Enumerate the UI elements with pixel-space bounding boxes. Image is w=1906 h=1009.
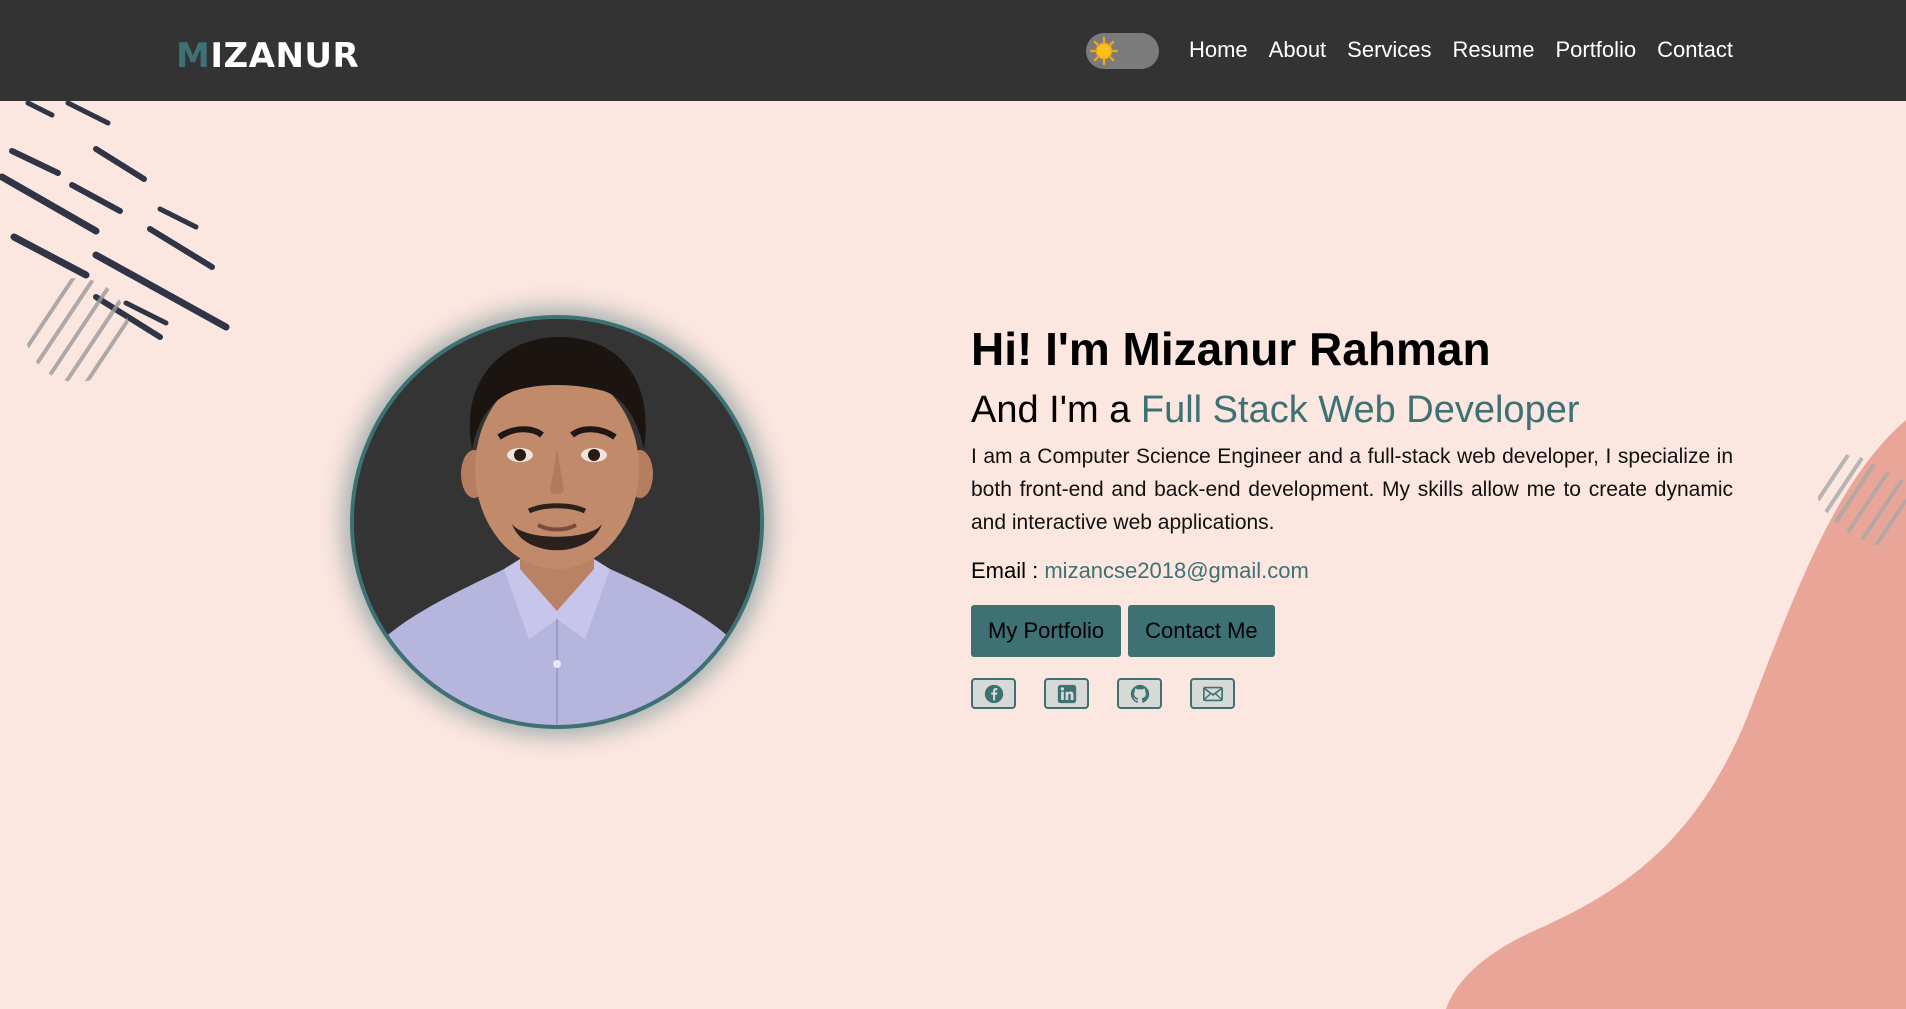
mail-link[interactable] [1190, 678, 1235, 709]
email-row: Email : mizancse2018@gmail.com [971, 555, 1733, 587]
facebook-link[interactable] [971, 678, 1016, 709]
logo-text: IZANUR [210, 36, 360, 76]
hero-description: I am a Computer Science Engineer and a f… [971, 445, 1733, 534]
github-icon [1130, 684, 1149, 703]
decorative-stripes [1818, 453, 1906, 545]
decorative-striped-circle [25, 278, 129, 382]
nav-contact[interactable]: Contact [1657, 34, 1733, 66]
nav-resume[interactable]: Resume [1453, 34, 1535, 66]
decorative-strokes [0, 101, 230, 340]
nav-home[interactable]: Home [1189, 34, 1248, 66]
linkedin-icon [1057, 684, 1076, 703]
my-portfolio-button[interactable]: My Portfolio [971, 605, 1122, 657]
facebook-icon [984, 684, 1003, 703]
hero-subtitle: And I'm a Full Stack Web Developer [971, 380, 1733, 440]
github-link[interactable] [1117, 678, 1162, 709]
nav-about[interactable]: About [1269, 34, 1327, 66]
linkedin-link[interactable] [1044, 678, 1089, 709]
site-logo[interactable]: MIZANUR [176, 36, 359, 76]
nav-portfolio[interactable]: Portfolio [1555, 34, 1636, 66]
social-links [971, 678, 1733, 709]
subtitle-prefix: And I'm a [971, 389, 1141, 431]
navbar: MIZANUR Home About Services Resume Portf… [0, 0, 1906, 101]
hero-section: Hi! I'm Mizanur Rahman And I'm a Full St… [971, 318, 1733, 709]
sun-icon [1088, 35, 1120, 67]
email-label: Email : [971, 558, 1045, 583]
profile-photo [350, 315, 764, 729]
mail-icon [1202, 686, 1223, 701]
hero-buttons: My Portfolio Contact Me [971, 605, 1733, 657]
email-link[interactable]: mizancse2018@gmail.com [1044, 558, 1308, 583]
role-highlight: Full Stack Web Developer [1140, 389, 1580, 431]
logo-initial: M [176, 36, 211, 76]
contact-me-button[interactable]: Contact Me [1128, 605, 1275, 657]
main-nav: Home About Services Resume Portfolio Con… [1189, 34, 1733, 66]
theme-toggle[interactable] [1086, 33, 1159, 69]
hero-title: Hi! I'm Mizanur Rahman [971, 323, 1491, 375]
nav-services[interactable]: Services [1347, 34, 1431, 66]
